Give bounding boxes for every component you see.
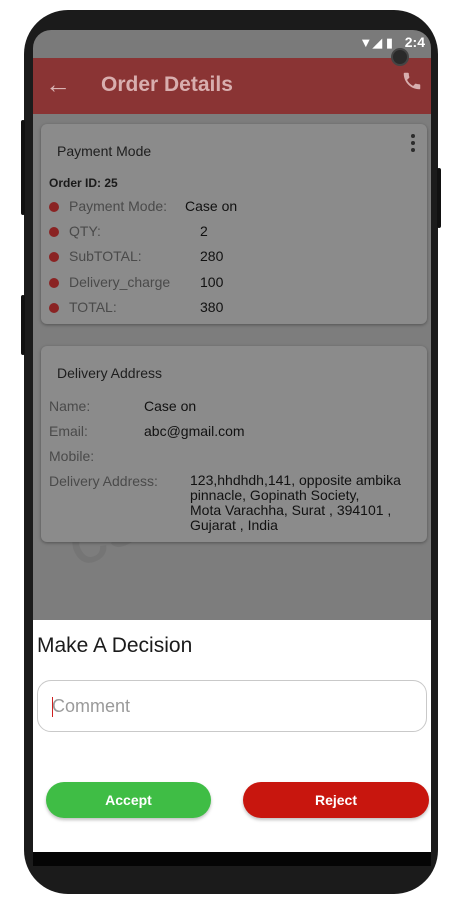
bullet-icon (49, 227, 59, 237)
total-row: TOTAL: 380 (49, 299, 223, 315)
bullet-icon (49, 202, 59, 212)
qty-row: QTY: 2 (49, 223, 208, 239)
app-bar: ← Order Details (33, 58, 431, 114)
bullet-icon (49, 278, 59, 288)
text-cursor (52, 697, 53, 717)
comment-input[interactable] (37, 680, 427, 732)
more-options-icon[interactable] (411, 134, 415, 155)
address-row: Delivery Address: (49, 473, 158, 489)
page-title: Order Details (101, 73, 233, 96)
address-card-heading: Delivery Address (57, 365, 163, 381)
bullet-icon (49, 252, 59, 262)
bullet-icon (49, 303, 59, 313)
payment-card-heading: Payment Mode (57, 143, 152, 159)
signal-battery-icon: ▼◢ ▮ (359, 35, 393, 50)
volume-button (21, 120, 25, 215)
decision-title: Make A Decision (37, 634, 193, 657)
name-row: Name: Case on (49, 398, 197, 414)
back-arrow-icon[interactable]: ← (45, 70, 71, 98)
mobile-row: Mobile: (49, 448, 95, 464)
reject-button[interactable]: Reject (243, 782, 429, 818)
address-value: 123,hhdhdh,141, opposite ambika pinnacle… (190, 472, 401, 533)
side-button (21, 295, 25, 355)
accept-button[interactable]: Accept (46, 782, 211, 818)
camera-icon (391, 48, 409, 66)
order-id: Order ID: 25 (49, 176, 118, 190)
payment-card: Payment Mode Order ID: 25 Payment Mode: … (41, 124, 427, 324)
status-time: 2:4 (404, 34, 425, 50)
phone-call-icon[interactable] (401, 70, 423, 92)
address-card: Delivery Address Name: Case on Email: ab… (41, 346, 427, 542)
navigation-bar (33, 852, 431, 866)
payment-mode-row: Payment Mode: Case on (49, 198, 237, 214)
screen: CSCODETECH Payment Mode Order ID: 25 Pay… (33, 30, 431, 852)
decision-sheet: Make A Decision Accept Reject (33, 620, 431, 852)
status-bar: ▼◢ ▮ 2:4 (33, 30, 431, 58)
power-button (437, 168, 441, 228)
subtotal-row: SubTOTAL: 280 (49, 248, 223, 264)
email-row: Email: abc@gmail.com (49, 423, 245, 439)
delivery-charge-row: Delivery_charge 100 (49, 274, 223, 290)
